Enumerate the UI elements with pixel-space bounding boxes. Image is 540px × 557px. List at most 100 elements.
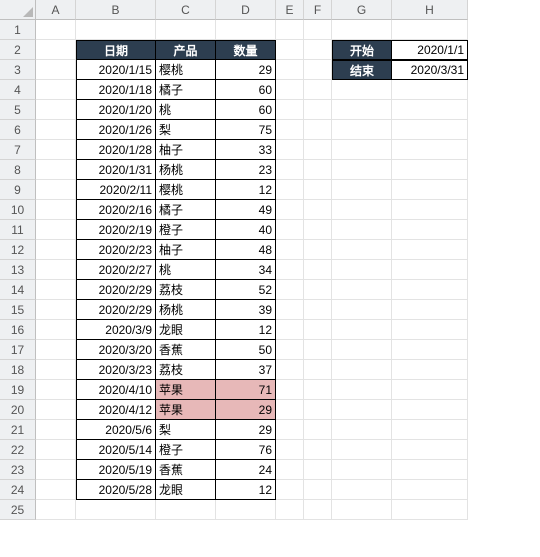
cell-E15[interactable] [276,300,304,320]
cell-G12[interactable] [332,240,392,260]
table-row-date[interactable]: 2020/2/23 [76,240,156,260]
cell-F7[interactable] [304,140,332,160]
cell-F15[interactable] [304,300,332,320]
cell-E22[interactable] [276,440,304,460]
cell-A10[interactable] [36,200,76,220]
table-row-product[interactable]: 香蕉 [156,340,216,360]
row-header-12[interactable]: 12 [0,240,36,260]
cell-F12[interactable] [304,240,332,260]
cell-F23[interactable] [304,460,332,480]
row-header-7[interactable]: 7 [0,140,36,160]
cell-F18[interactable] [304,360,332,380]
table-row-product[interactable]: 荔枝 [156,280,216,300]
cell-G23[interactable] [332,460,392,480]
table-row-qty[interactable]: 29 [216,420,276,440]
cell-A18[interactable] [36,360,76,380]
cell-F9[interactable] [304,180,332,200]
cell-A9[interactable] [36,180,76,200]
cell-G25[interactable] [332,500,392,520]
cell-H10[interactable] [392,200,468,220]
cell-A4[interactable] [36,80,76,100]
cell-H1[interactable] [392,20,468,40]
cell-H13[interactable] [392,260,468,280]
table-row-date[interactable]: 2020/5/14 [76,440,156,460]
cell-A2[interactable] [36,40,76,60]
table-row-qty[interactable]: 48 [216,240,276,260]
row-header-1[interactable]: 1 [0,20,36,40]
cell-H11[interactable] [392,220,468,240]
cell-H25[interactable] [392,500,468,520]
cell-A14[interactable] [36,280,76,300]
column-header-B[interactable]: B [76,0,156,20]
row-header-23[interactable]: 23 [0,460,36,480]
cell-H17[interactable] [392,340,468,360]
table-row-product[interactable]: 橘子 [156,200,216,220]
table-header-date[interactable]: 日期 [76,40,156,60]
cell-E12[interactable] [276,240,304,260]
cell-F20[interactable] [304,400,332,420]
cell-H14[interactable] [392,280,468,300]
cell-C25[interactable] [156,500,216,520]
table-row-product[interactable]: 苹果 [156,400,216,420]
cell-F2[interactable] [304,40,332,60]
column-header-E[interactable]: E [276,0,304,20]
cell-F19[interactable] [304,380,332,400]
spreadsheet-grid[interactable]: ABCDEFGH12日期产品数量开始2020/1/132020/1/15樱桃29… [0,0,540,520]
cell-E5[interactable] [276,100,304,120]
cell-F16[interactable] [304,320,332,340]
cell-D1[interactable] [216,20,276,40]
column-header-F[interactable]: F [304,0,332,20]
table-row-product[interactable]: 杨桃 [156,160,216,180]
row-header-8[interactable]: 8 [0,160,36,180]
cell-G11[interactable] [332,220,392,240]
table-row-qty[interactable]: 12 [216,320,276,340]
table-row-qty[interactable]: 60 [216,80,276,100]
table-row-product[interactable]: 橘子 [156,80,216,100]
filter-start-label[interactable]: 开始 [332,40,392,60]
table-row-date[interactable]: 2020/5/19 [76,460,156,480]
cell-G13[interactable] [332,260,392,280]
cell-G21[interactable] [332,420,392,440]
cell-F10[interactable] [304,200,332,220]
table-row-qty[interactable]: 29 [216,60,276,80]
cell-G6[interactable] [332,120,392,140]
table-row-date[interactable]: 2020/2/29 [76,300,156,320]
row-header-24[interactable]: 24 [0,480,36,500]
table-row-date[interactable]: 2020/2/11 [76,180,156,200]
column-header-H[interactable]: H [392,0,468,20]
cell-H15[interactable] [392,300,468,320]
cell-F8[interactable] [304,160,332,180]
table-header-qty[interactable]: 数量 [216,40,276,60]
select-all-corner[interactable] [0,0,36,20]
cell-C1[interactable] [156,20,216,40]
cell-E1[interactable] [276,20,304,40]
table-row-qty[interactable]: 33 [216,140,276,160]
column-header-G[interactable]: G [332,0,392,20]
cell-F17[interactable] [304,340,332,360]
cell-E24[interactable] [276,480,304,500]
cell-G9[interactable] [332,180,392,200]
row-header-15[interactable]: 15 [0,300,36,320]
cell-G20[interactable] [332,400,392,420]
table-row-qty[interactable]: 23 [216,160,276,180]
cell-H4[interactable] [392,80,468,100]
cell-A13[interactable] [36,260,76,280]
table-row-qty[interactable]: 34 [216,260,276,280]
table-row-date[interactable]: 2020/1/31 [76,160,156,180]
table-row-qty[interactable]: 12 [216,180,276,200]
cell-H12[interactable] [392,240,468,260]
cell-E23[interactable] [276,460,304,480]
row-header-13[interactable]: 13 [0,260,36,280]
table-row-qty[interactable]: 39 [216,300,276,320]
row-header-4[interactable]: 4 [0,80,36,100]
cell-F1[interactable] [304,20,332,40]
table-header-product[interactable]: 产品 [156,40,216,60]
cell-A22[interactable] [36,440,76,460]
cell-E7[interactable] [276,140,304,160]
cell-H23[interactable] [392,460,468,480]
table-row-qty[interactable]: 37 [216,360,276,380]
table-row-qty[interactable]: 60 [216,100,276,120]
table-row-qty[interactable]: 40 [216,220,276,240]
cell-G22[interactable] [332,440,392,460]
row-header-5[interactable]: 5 [0,100,36,120]
